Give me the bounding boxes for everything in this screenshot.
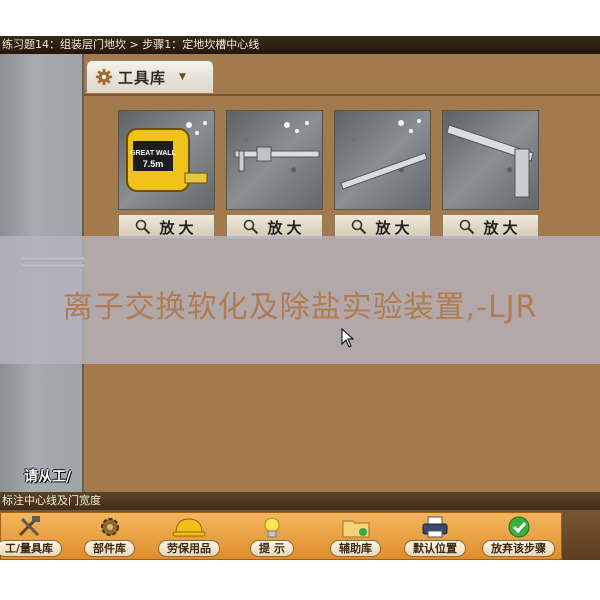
lightbulb-icon [264, 517, 280, 538]
left-hint-text: 请从工/ [24, 469, 72, 485]
tape-measure-icon: GREAT WALL 7.5m [126, 121, 208, 192]
toolbox-tab-label: 工具库 [118, 68, 167, 87]
tool-card-caliper[interactable]: 放大 [226, 110, 323, 240]
tape-brand: GREAT WALL [130, 150, 176, 157]
dropdown-arrow-icon[interactable]: ▼ [179, 72, 186, 82]
square-ruler-image[interactable] [442, 110, 539, 210]
tape-size: 7.5m [143, 159, 164, 169]
folder-icon [342, 520, 369, 538]
caliper-icon [234, 121, 320, 172]
hardhat-icon [172, 518, 206, 537]
square-ruler-icon [446, 124, 534, 198]
auxiliary-library-label: 辅助库 [330, 540, 381, 557]
magnifier-icon [460, 219, 475, 235]
ruler-icon [340, 119, 428, 190]
hint-button[interactable]: 提 示 [250, 514, 294, 558]
protective-gear-label: 劳保用品 [158, 540, 220, 557]
caliper-image[interactable] [226, 110, 323, 210]
window-title-bar: 练习题14：组装层门地坎 > 步骤1：定地坎槽中心线 [0, 36, 600, 54]
zoom-label: 放大 [375, 218, 414, 237]
gear-icon [100, 518, 119, 536]
abandon-step-button[interactable]: 放弃该步骤 [482, 514, 555, 558]
magnifier-icon [136, 219, 151, 235]
default-position-label: 默认位置 [404, 540, 466, 557]
abandon-step-label: 放弃该步骤 [482, 540, 555, 557]
status-text: 标注中心线及门宽度 [2, 494, 101, 507]
tape-measure-image[interactable]: GREAT WALL 7.5m [118, 110, 215, 210]
magnifier-icon [244, 219, 259, 235]
checkmark-icon [508, 516, 529, 538]
toolbox-tab[interactable]: 工具库 ▼ [86, 60, 214, 93]
magnifier-icon [352, 219, 367, 235]
parts-library-button[interactable]: 部件库 [84, 514, 135, 558]
protective-gear-button[interactable]: 劳保用品 [158, 514, 220, 558]
tool-card-ruler[interactable]: 放大 [334, 110, 431, 240]
tools-library-button[interactable]: 工/量具库 [0, 514, 63, 558]
default-position-button[interactable]: 默认位置 [404, 514, 466, 558]
zoom-label: 放大 [483, 218, 522, 237]
watermark-text: 离子交换软化及除盐实验装置,-LJR [62, 290, 538, 325]
parts-library-label: 部件库 [84, 540, 135, 557]
auxiliary-library-button[interactable]: 辅助库 [330, 514, 381, 558]
gear-icon [95, 68, 113, 86]
tool-card-square-ruler[interactable]: 放大 [442, 110, 539, 240]
mouse-cursor-icon [341, 328, 355, 348]
ruler-image[interactable] [334, 110, 431, 210]
hint-label: 提 示 [250, 540, 294, 557]
status-bar: 标注中心线及门宽度 [0, 492, 600, 510]
zoom-label: 放大 [267, 218, 306, 237]
window-title: 练习题14：组装层门地坎 > 步骤1：定地坎槽中心线 [2, 38, 260, 51]
printer-icon [422, 516, 448, 538]
tools-library-label: 工/量具库 [0, 540, 63, 557]
zoom-label: 放大 [159, 218, 198, 237]
tool-card-tape-measure[interactable]: GREAT WALL 7.5m 放大 [118, 110, 215, 240]
tools-icon [18, 516, 41, 537]
bottom-toolbar: 工/量具库 部件库 劳保用品 提 示 辅助库 默认位置 放弃该步骤 [0, 510, 600, 560]
